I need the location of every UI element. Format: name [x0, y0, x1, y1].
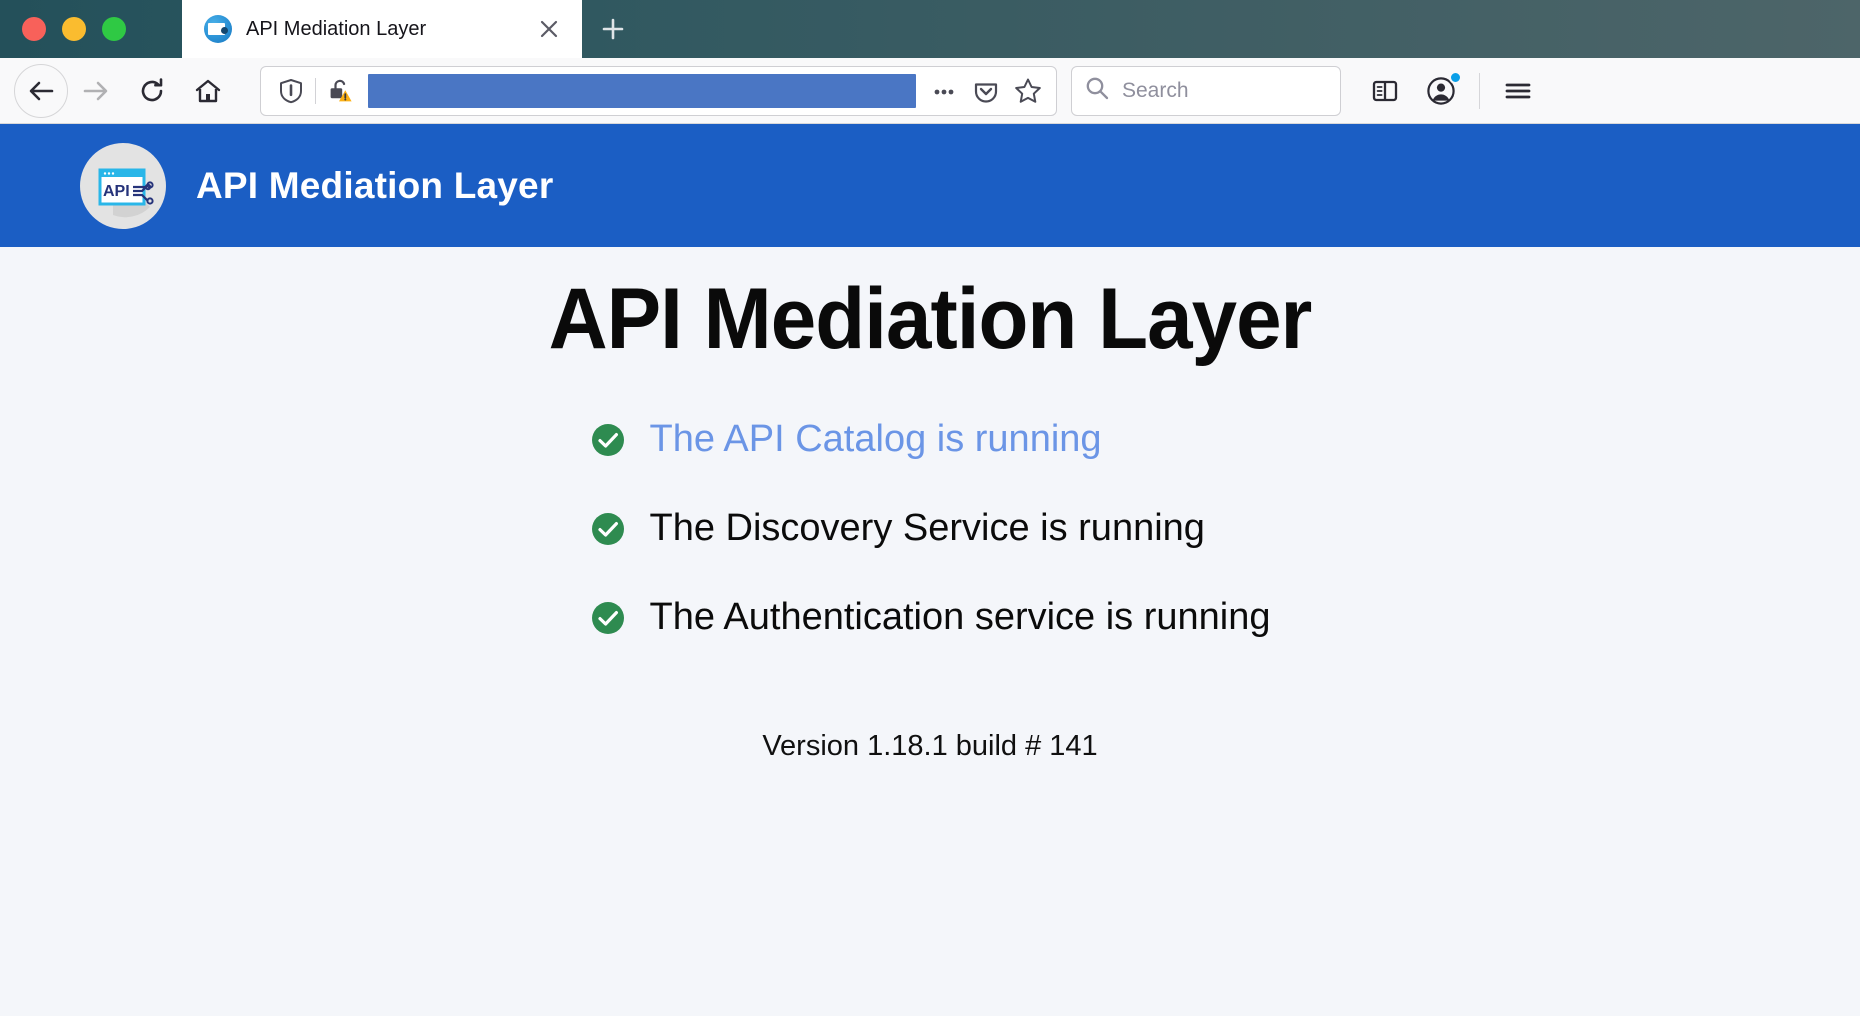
account-notification-badge [1449, 71, 1462, 84]
address-bar-divider [315, 78, 316, 104]
home-button[interactable] [180, 63, 236, 119]
star-icon[interactable] [1008, 71, 1048, 111]
tab-strip-empty-area [644, 0, 1860, 58]
page-title: API Mediation Layer [47, 269, 1814, 370]
search-input[interactable]: Search [1122, 79, 1189, 103]
toolbar-right-actions [1357, 63, 1546, 119]
browser-toolbar: Search [0, 58, 1860, 124]
forward-button[interactable] [68, 63, 124, 119]
status-label-discovery-service: The Discovery Service is running [649, 507, 1204, 550]
api-mediation-layer-logo: API [80, 143, 166, 229]
pocket-icon[interactable] [966, 71, 1006, 111]
ellipsis-icon[interactable] [924, 71, 964, 111]
hamburger-menu-icon[interactable] [1490, 63, 1546, 119]
status-label-api-catalog[interactable]: The API Catalog is running [649, 418, 1101, 461]
svg-text:API: API [103, 183, 130, 200]
tab-favicon-icon [204, 15, 232, 43]
window-tab-strip: API Mediation Layer [0, 0, 1860, 58]
reload-button[interactable] [124, 63, 180, 119]
service-status-list: The API Catalog is running The Discovery… [589, 418, 1270, 639]
status-row: The Authentication service is running [589, 596, 1270, 639]
address-bar[interactable] [260, 66, 1057, 116]
window-close-button[interactable] [22, 17, 46, 41]
tab-close-icon[interactable] [534, 14, 564, 44]
main-content: API Mediation Layer The API Catalog is r… [0, 247, 1860, 763]
sidebar-icon[interactable] [1357, 63, 1413, 119]
window-minimize-button[interactable] [62, 17, 86, 41]
address-bar-actions [924, 71, 1048, 111]
check-circle-icon [589, 421, 627, 459]
shield-icon[interactable] [271, 71, 311, 111]
status-label-authentication-service: The Authentication service is running [649, 596, 1270, 639]
window-controls [0, 0, 182, 58]
url-input[interactable] [368, 74, 916, 108]
search-icon [1084, 75, 1110, 106]
check-circle-icon [589, 599, 627, 637]
check-circle-icon [589, 510, 627, 548]
unlocked-padlock-warning-icon[interactable] [320, 71, 360, 111]
window-maximize-button[interactable] [102, 17, 126, 41]
site-title: API Mediation Layer [196, 165, 553, 207]
new-tab-button[interactable] [582, 0, 644, 58]
status-row[interactable]: The API Catalog is running [589, 418, 1270, 461]
browser-tab[interactable]: API Mediation Layer [182, 0, 582, 58]
toolbar-divider [1479, 73, 1480, 109]
account-icon[interactable] [1413, 63, 1469, 119]
status-row: The Discovery Service is running [589, 507, 1270, 550]
back-button[interactable] [14, 64, 68, 118]
site-header: API API Mediation Layer [0, 124, 1860, 247]
version-text: Version 1.18.1 build # 141 [0, 730, 1860, 763]
page-content: API API Mediation Layer API Mediation La… [0, 124, 1860, 1016]
search-bar[interactable]: Search [1071, 66, 1341, 116]
tab-title: API Mediation Layer [246, 18, 520, 41]
